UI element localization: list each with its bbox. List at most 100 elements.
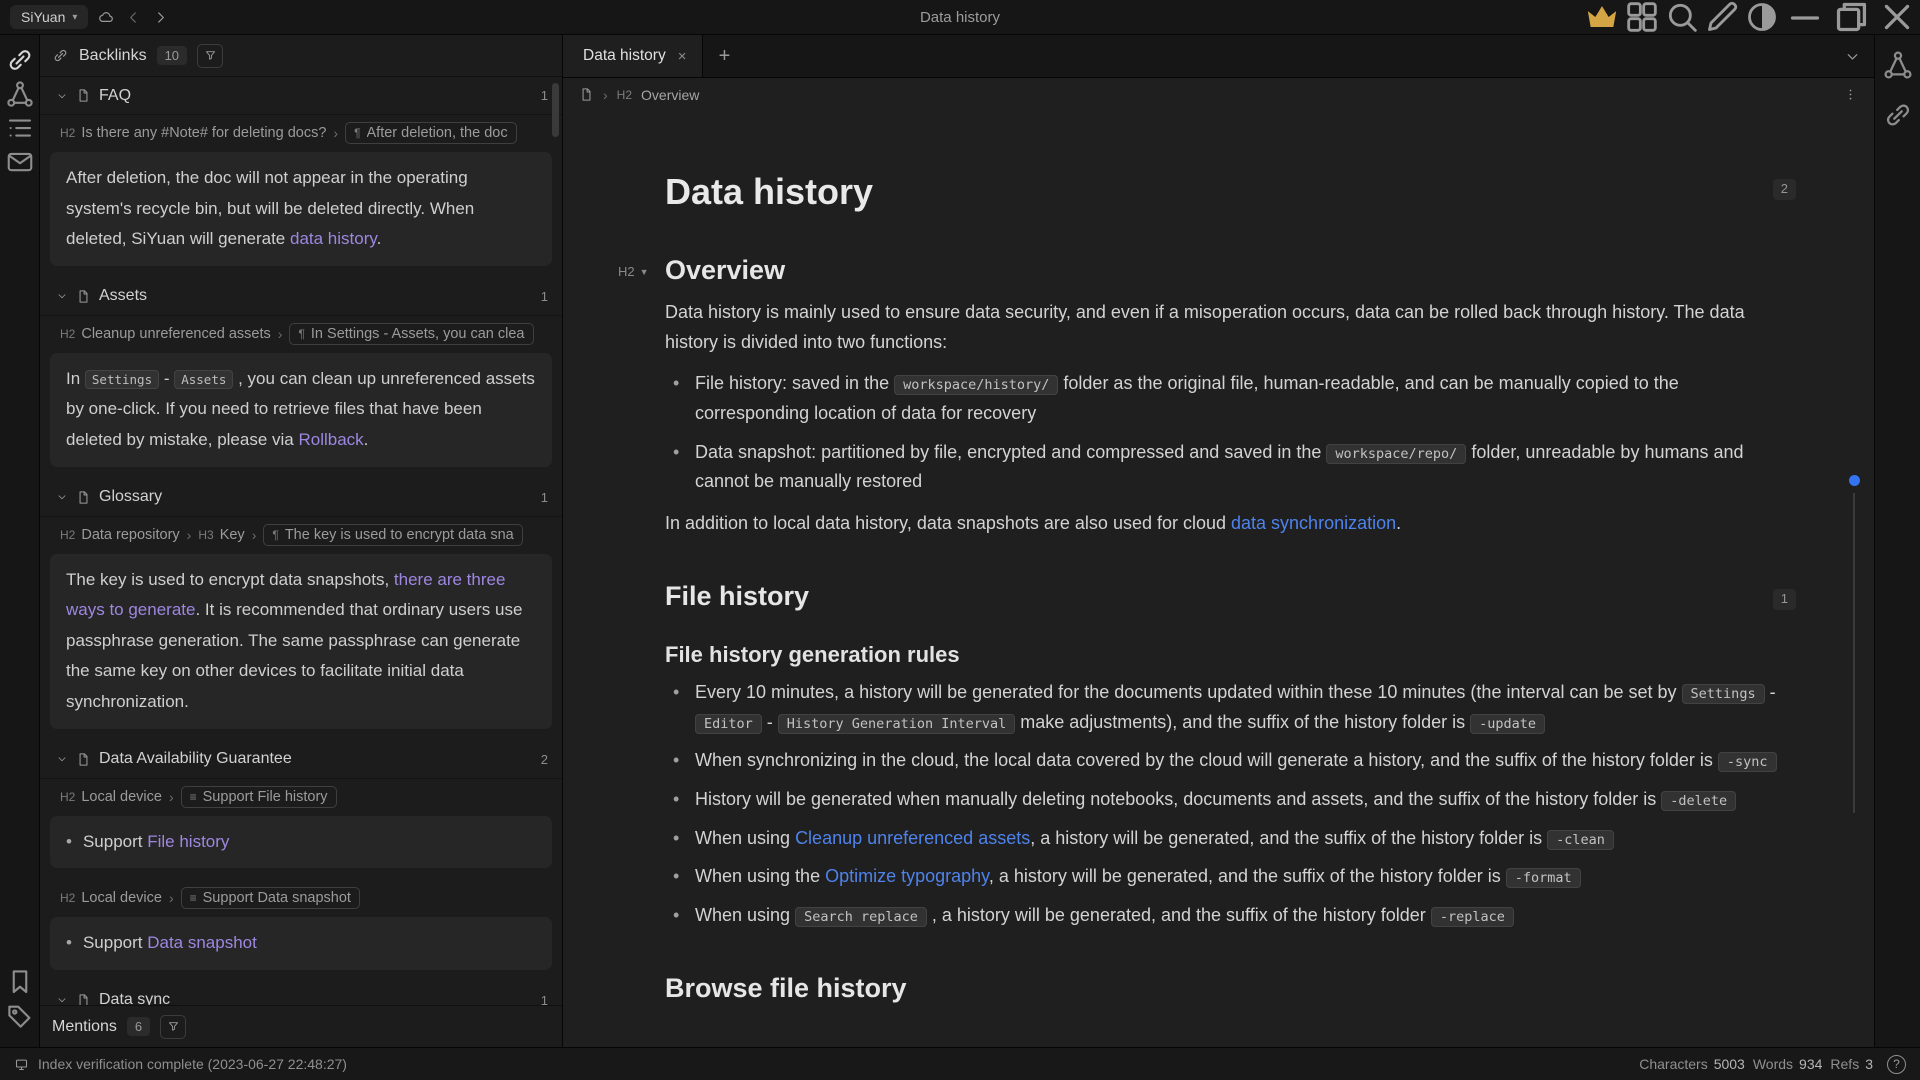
backlink-breadcrumb[interactable]: H2Local device›≡Support File history <box>40 779 562 812</box>
ref-link[interactable]: data synchronization <box>1231 513 1396 533</box>
block-type-badge: ¶ <box>298 327 304 341</box>
restore-icon[interactable] <box>1828 0 1874 34</box>
list-item[interactable]: When using Search replace , a history wi… <box>695 901 1796 931</box>
mentions-bar[interactable]: Mentions 6 <box>40 1005 562 1047</box>
breadcrumb-item[interactable]: ¶In Settings - Assets, you can clea <box>289 323 533 345</box>
list-item[interactable]: When using Cleanup unreferenced assets, … <box>695 824 1796 854</box>
backlink-breadcrumb[interactable]: H2Local device›≡Support Data snapshot <box>40 880 562 913</box>
backlink-text: Support Data snapshot <box>83 928 257 959</box>
ref-link[interactable]: File history <box>147 832 229 851</box>
doc-area[interactable]: Data history2 H2▼Overview Data history is … <box>563 111 1874 1047</box>
document-icon[interactable] <box>579 87 594 102</box>
breadcrumb-item[interactable]: H2Local device <box>60 789 162 805</box>
backlink-breadcrumb[interactable]: H2Is there any #Note# for deleting docs?… <box>40 115 562 148</box>
minimize-icon[interactable] <box>1782 0 1828 34</box>
edit-icon[interactable] <box>1702 0 1742 34</box>
backlink-breadcrumb[interactable]: H2Data repository›H3Key›¶The key is used… <box>40 517 562 550</box>
back-icon[interactable] <box>125 9 142 26</box>
heading-h3[interactable]: File history generation rules <box>665 642 1796 668</box>
backlink-content-block[interactable]: In Settings - Assets , you can clean up … <box>50 353 552 467</box>
cloud-sync-icon[interactable] <box>98 9 115 26</box>
backlink-group-header[interactable]: Glossary1 <box>40 479 562 517</box>
list-item[interactable]: Data snapshot: partitioned by file, encr… <box>695 438 1796 497</box>
backlink-group-header[interactable]: Data Availability Guarantee2 <box>40 741 562 779</box>
paragraph[interactable]: Data history is mainly used to ensure da… <box>665 298 1796 357</box>
backlinks-panel-header[interactable]: Backlinks 10 <box>40 35 562 77</box>
heading-h2[interactable]: File history1 <box>665 581 1796 612</box>
text-run: History will be generated when manually … <box>695 789 1661 809</box>
breadcrumb-item[interactable]: ≡Support Data snapshot <box>181 887 360 909</box>
heading-h1[interactable]: Data history2 <box>665 171 1796 213</box>
breadcrumb-item[interactable]: ¶After deletion, the doc <box>345 122 517 144</box>
backlink-content-block[interactable]: •Support Data snapshot <box>50 917 552 970</box>
breadcrumb-heading[interactable]: Overview <box>641 87 699 103</box>
backlink-group-header[interactable]: FAQ1 <box>40 77 562 115</box>
list-item[interactable]: When using the Optimize typography, a hi… <box>695 862 1796 892</box>
extensions-icon[interactable] <box>1622 0 1662 34</box>
heading-h2[interactable]: Browse file history <box>665 973 1796 1004</box>
backlink-content-block[interactable]: •Support File history <box>50 816 552 869</box>
ref-link[interactable]: Rollback <box>298 430 363 449</box>
ref-count-badge[interactable]: 2 <box>1773 179 1796 200</box>
breadcrumb-item[interactable]: H2Cleanup unreferenced assets <box>60 326 271 342</box>
scrollbar-thumb[interactable] <box>552 83 559 137</box>
collapse-arrow-icon[interactable]: ▼ <box>640 267 649 277</box>
heading-h2[interactable]: H2▼Overview <box>665 255 1796 286</box>
breadcrumb-item[interactable]: H2Data repository <box>60 527 180 543</box>
ref-link[interactable]: Cleanup unreferenced assets <box>795 828 1030 848</box>
backlink-group: Assets1H2Cleanup unreferenced assets›¶In… <box>40 278 562 467</box>
chevron-down-icon[interactable] <box>56 994 68 1005</box>
chevron-down-icon[interactable] <box>56 290 68 302</box>
app-menu-button[interactable]: SiYuan ▾ <box>10 5 88 29</box>
filter-button[interactable] <box>197 44 223 68</box>
scroll-indicator-dot[interactable] <box>1849 475 1860 486</box>
breadcrumb-item[interactable]: ≡Support File history <box>181 786 337 808</box>
theme-icon[interactable] <box>1742 0 1782 34</box>
help-icon[interactable]: ? <box>1887 1055 1906 1074</box>
inline-code: -sync <box>1718 752 1777 772</box>
ref-link[interactable]: data history <box>290 229 377 248</box>
tag-icon[interactable] <box>5 1001 35 1031</box>
inbox-icon[interactable] <box>5 147 35 177</box>
graph-view-icon[interactable] <box>1882 49 1914 81</box>
backlink-content-block[interactable]: After deletion, the doc will not appear … <box>50 152 552 266</box>
backlink-group-header[interactable]: Data sync1 <box>40 982 562 1005</box>
chevron-down-icon[interactable] <box>1830 35 1874 77</box>
filter-button[interactable] <box>160 1015 186 1039</box>
breadcrumb-item[interactable]: ¶The key is used to encrypt data sna <box>263 524 522 546</box>
outline-icon[interactable] <box>5 113 35 143</box>
backlink-content-block[interactable]: The key is used to encrypt data snapshot… <box>50 554 552 729</box>
backlinks-icon[interactable] <box>5 45 35 75</box>
ref-link[interactable]: Data snapshot <box>147 933 257 952</box>
breadcrumb-item[interactable]: H3Key <box>198 527 244 543</box>
list-item-text: When using Search replace , a history wi… <box>695 905 1514 925</box>
heading-gutter[interactable]: H2▼ <box>618 264 649 279</box>
chevron-down-icon[interactable] <box>56 753 68 765</box>
close-tab-icon[interactable]: × <box>678 48 687 65</box>
list-item[interactable]: When synchronizing in the cloud, the loc… <box>695 746 1796 776</box>
forward-icon[interactable] <box>152 9 169 26</box>
search-icon[interactable] <box>1662 0 1702 34</box>
chevron-right-icon: › <box>252 527 257 543</box>
bookmark-view-icon[interactable] <box>1882 99 1914 131</box>
close-icon[interactable] <box>1874 0 1920 34</box>
list-item[interactable]: File history: saved in the workspace/his… <box>695 369 1796 428</box>
graph-icon[interactable] <box>5 79 35 109</box>
breadcrumb-item[interactable]: H2Is there any #Note# for deleting docs? <box>60 125 326 141</box>
vip-crown-icon[interactable] <box>1582 0 1622 34</box>
chevron-down-icon[interactable] <box>56 491 68 503</box>
paragraph[interactable]: In addition to local data history, data … <box>665 509 1796 539</box>
more-vertical-icon[interactable] <box>1843 87 1858 102</box>
list-item[interactable]: History will be generated when manually … <box>695 785 1796 815</box>
list-item[interactable]: Every 10 minutes, a history will be gene… <box>695 678 1796 737</box>
new-tab-button[interactable]: + <box>703 35 745 77</box>
bookmark-icon[interactable] <box>5 967 35 997</box>
tab-data-history[interactable]: Data history × <box>563 35 703 77</box>
breadcrumb-item[interactable]: H2Local device <box>60 890 162 906</box>
ref-count-badge[interactable]: 1 <box>1773 589 1796 610</box>
backlink-group-header[interactable]: Assets1 <box>40 278 562 316</box>
backlink-breadcrumb[interactable]: H2Cleanup unreferenced assets›¶In Settin… <box>40 316 562 349</box>
chevron-down-icon[interactable] <box>56 90 68 102</box>
text-run: Support <box>83 832 147 851</box>
ref-link[interactable]: Optimize typography <box>825 866 989 886</box>
